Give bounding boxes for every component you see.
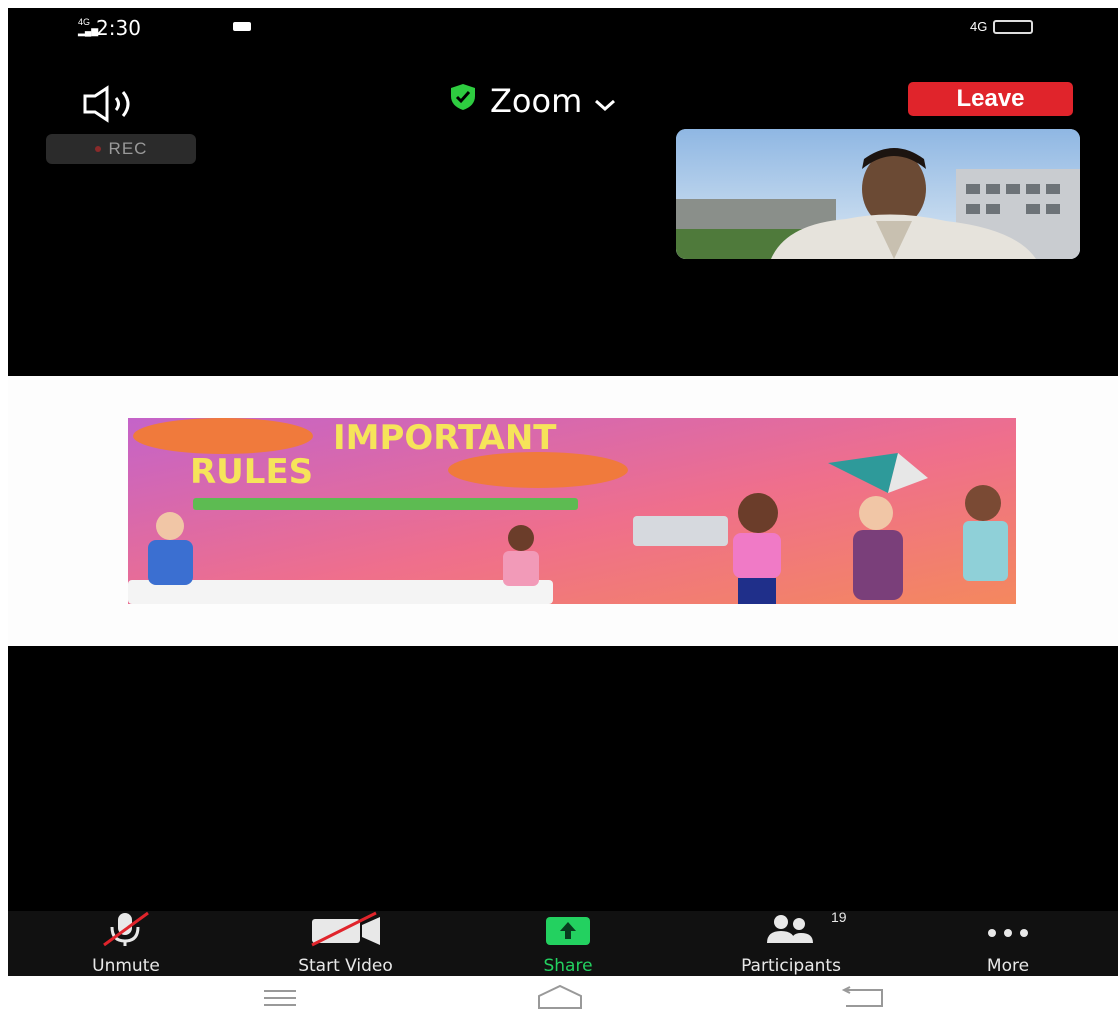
unmute-button[interactable]: Unmute [66,911,186,976]
battery-icon [993,20,1033,34]
more-label: More [986,956,1030,976]
participants-button[interactable]: 19 Participants [696,909,886,976]
shield-icon [448,82,478,120]
system-navigation-bar [0,976,1118,1017]
back-nav-icon[interactable] [838,986,888,1015]
speaker-icon[interactable] [83,84,163,129]
participants-label: Participants [741,956,841,976]
shared-screen-area: IMPORTANT RULES [8,376,1118,646]
meeting-toolbar: Unmute Start Video Share 19 Participants… [8,909,1118,976]
video-frame-image [676,129,1080,259]
menu-nav-icon[interactable] [262,988,298,1013]
start-video-button[interactable]: Start Video [258,911,433,976]
recording-badge: REC [46,134,196,164]
zoom-meeting-screen: 4G ▂▄▆ 2:30 4G Zoom Leave REC IMPORTANT … [8,8,1118,976]
self-video-thumbnail[interactable] [676,129,1080,259]
important-rules-banner: IMPORTANT RULES [128,418,1016,604]
unmute-label: Unmute [92,956,160,976]
status-time: 2:30 [96,16,141,40]
leave-button[interactable]: Leave [908,82,1073,116]
status-bar: 4G ▂▄▆ 2:30 4G [8,8,1118,48]
more-dots-icon [978,911,1038,952]
share-arrow-icon [538,911,598,952]
home-nav-icon[interactable] [535,984,585,1017]
start-video-label: Start Video [298,956,393,976]
meeting-title: Zoom [490,82,583,120]
more-button[interactable]: More [958,911,1058,976]
participants-count: 19 [831,909,847,925]
meeting-title-dropdown[interactable]: Zoom [448,82,616,120]
share-button[interactable]: Share [513,911,623,976]
banner-title-line1: IMPORTANT [333,418,557,458]
share-label: Share [543,956,593,976]
chevron-down-icon [594,82,616,120]
banner-title-line2: RULES [190,452,314,492]
microphone-muted-icon [96,911,156,952]
record-dot-icon [94,146,101,152]
video-off-icon [306,911,386,952]
recording-label: REC [108,139,148,158]
signal-indicator: 4G [970,19,988,34]
camera-status-icon [233,22,251,31]
participants-icon: 19 [751,909,847,952]
